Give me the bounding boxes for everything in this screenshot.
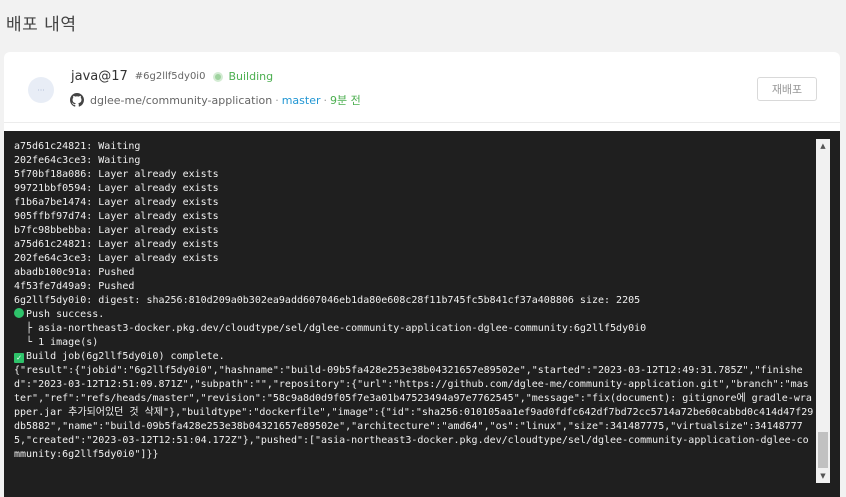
log-line: b7fc98bbebba: Layer already exists bbox=[14, 225, 219, 236]
check-icon: ✓ bbox=[14, 353, 24, 363]
log-line: 4f53fe7d49a9: Pushed bbox=[14, 281, 135, 292]
log-line: 99721bbf0594: Layer already exists bbox=[14, 183, 219, 194]
log-line: 202fe64c3ce3: Layer already exists bbox=[14, 253, 219, 264]
log-line: 6g2llf5dy0i0: digest: sha256:810d209a0b3… bbox=[14, 295, 641, 306]
log-line: 5f70bf18a086: Layer already exists bbox=[14, 169, 219, 180]
log-line: a75d61c24821: Layer already exists bbox=[14, 239, 219, 250]
separator: · bbox=[323, 93, 328, 107]
push-path-line: ├ asia-northeast3-docker.pkg.dev/cloudty… bbox=[14, 323, 647, 334]
scroll-down-arrow-icon[interactable]: ▼ bbox=[816, 469, 830, 483]
log-line: abadb100c91a: Pushed bbox=[14, 267, 135, 278]
build-log: a75d61c24821: Waiting 202fe64c3ce3: Wait… bbox=[14, 140, 814, 462]
avatar: ··· bbox=[28, 77, 54, 103]
repository-info: dglee-me/community-application · master … bbox=[70, 92, 361, 108]
push-success-line: Push success. bbox=[14, 308, 814, 322]
deployment-summary: java@17 #6g2llf5dy0i0 Building bbox=[71, 69, 273, 84]
status-dot-icon bbox=[213, 71, 224, 82]
build-log-console[interactable]: a75d61c24821: Waiting 202fe64c3ce3: Wait… bbox=[4, 131, 840, 497]
repository-link[interactable]: dglee-me/community-application bbox=[90, 94, 272, 107]
redeploy-button[interactable]: 재배포 bbox=[757, 77, 817, 101]
build-complete-line: ✓ Build job(6g2llf5dy0i0) complete. bbox=[14, 350, 814, 364]
scrollbar-thumb[interactable] bbox=[818, 432, 828, 468]
page-title: 배포 내역 bbox=[6, 15, 77, 35]
time-ago: 9분 전 bbox=[330, 94, 361, 107]
log-line: a75d61c24821: Waiting bbox=[14, 141, 141, 152]
green-circle-icon bbox=[14, 308, 24, 318]
job-id: #6g2llf5dy0i0 bbox=[134, 71, 206, 82]
push-count-line: └ 1 image(s) bbox=[14, 337, 99, 348]
log-line: 905ffbf97d74: Layer already exists bbox=[14, 211, 219, 222]
stack-name: java@17 bbox=[71, 69, 128, 84]
status-badge: Building bbox=[228, 70, 274, 83]
push-success-text: Push success. bbox=[26, 309, 105, 320]
separator: · bbox=[275, 93, 279, 107]
log-line: f1b6a7be1474: Layer already exists bbox=[14, 197, 219, 208]
scroll-up-arrow-icon[interactable]: ▲ bbox=[816, 139, 830, 153]
divider bbox=[4, 122, 840, 123]
build-result-json: {"result":{"jobid":"6g2llf5dy0i0","hashn… bbox=[14, 365, 814, 460]
github-icon bbox=[70, 93, 84, 107]
log-line: 202fe64c3ce3: Waiting bbox=[14, 155, 141, 166]
deployment-card: ··· java@17 #6g2llf5dy0i0 Building dglee… bbox=[4, 52, 840, 497]
build-complete-text: Build job(6g2llf5dy0i0) complete. bbox=[26, 351, 225, 362]
console-scrollbar[interactable]: ▲ ▼ bbox=[816, 139, 830, 483]
branch-link[interactable]: master bbox=[282, 94, 321, 107]
